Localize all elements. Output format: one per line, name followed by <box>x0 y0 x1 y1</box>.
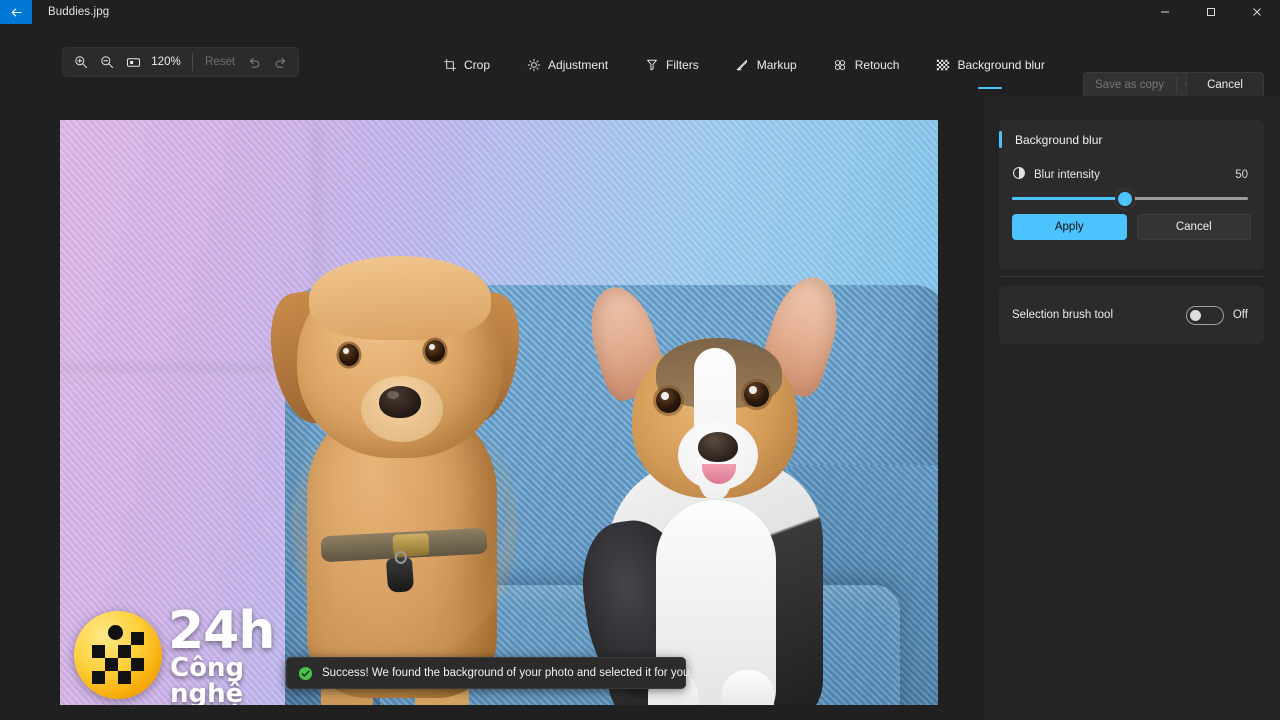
tab-retouch[interactable]: Retouch <box>821 48 912 82</box>
toggle-knob <box>1189 309 1201 321</box>
photo-editor-window: Buddies.jpg 120% Reset Crop Adjustment F… <box>0 0 1280 720</box>
tab-markup[interactable]: Markup <box>723 48 809 82</box>
filter-icon <box>644 58 659 73</box>
tab-label: Markup <box>756 58 797 72</box>
window-controls <box>1142 0 1280 24</box>
corgi-nose <box>698 432 738 462</box>
contrast-icon <box>1012 166 1026 185</box>
selection-brush-label: Selection brush tool <box>1012 309 1114 321</box>
reset-button[interactable]: Reset <box>199 50 241 74</box>
cancel-button-panel[interactable]: Cancel <box>1136 214 1251 240</box>
cancel-button-top[interactable]: Cancel <box>1186 72 1264 98</box>
panel-accent-bar <box>999 131 1002 148</box>
doodle-eye-left <box>339 344 359 366</box>
fit-to-window-icon[interactable] <box>120 50 146 74</box>
selection-brush-toggle[interactable] <box>1185 305 1224 325</box>
tab-crop[interactable]: Crop <box>430 48 502 82</box>
redo-icon[interactable] <box>267 50 293 74</box>
undo-icon[interactable] <box>241 50 267 74</box>
tab-label: Filters <box>666 58 699 72</box>
slider-track[interactable] <box>1012 191 1248 206</box>
tab-background-blur[interactable]: Background blur <box>923 48 1056 89</box>
background-blur-icon <box>935 58 950 73</box>
goldendoodle-puppy <box>255 240 545 705</box>
panel-button-row: Apply Cancel <box>999 200 1264 240</box>
photo-preview: 24h Công nghệ <box>60 120 938 705</box>
tab-label: Crop <box>464 58 491 72</box>
save-as-copy-split-button[interactable]: Save as copy <box>1083 72 1202 98</box>
toggle-state-label: Off <box>1232 309 1248 321</box>
panel-header: Background blur <box>999 120 1264 160</box>
apply-button[interactable]: Apply <box>1012 214 1127 240</box>
pen-icon <box>735 58 750 73</box>
zoom-toolbar: 120% Reset <box>62 47 300 77</box>
minimize-button[interactable] <box>1142 0 1188 24</box>
active-indicator <box>978 86 1003 89</box>
zoom-in-icon[interactable] <box>68 50 94 74</box>
blur-intensity-row: Blur intensity 50 <box>999 160 1264 190</box>
success-toast: Success! We found the background of your… <box>286 657 693 689</box>
panel-title: Background blur <box>1015 133 1103 147</box>
save-as-copy-label[interactable]: Save as copy <box>1083 72 1176 98</box>
toolbar-divider <box>192 53 193 71</box>
zoom-out-icon[interactable] <box>94 50 120 74</box>
tab-label: Retouch <box>854 58 900 72</box>
tab-adjustment[interactable]: Adjustment <box>514 48 620 82</box>
crop-icon <box>442 58 457 73</box>
success-check-icon <box>298 666 313 681</box>
slider-thumb[interactable] <box>1118 191 1133 206</box>
corgi-puppy <box>560 269 860 705</box>
doodle-eye-right <box>425 340 445 362</box>
panel-divider <box>999 276 1264 277</box>
selection-brush-card: Selection brush tool Off <box>999 286 1264 344</box>
retouch-icon <box>833 58 848 73</box>
doodle-nose <box>379 386 421 418</box>
corgi-eye-left <box>656 388 681 413</box>
blur-intensity-value: 50 <box>1235 169 1248 181</box>
slider-fill <box>1012 197 1126 200</box>
zoom-level-label[interactable]: 120% <box>146 56 186 68</box>
brightness-icon <box>526 58 541 73</box>
tab-label: Adjustment <box>548 58 609 72</box>
maximize-button[interactable] <box>1188 0 1234 24</box>
tool-options-panel: Background blur Blur intensity 50 Apply … <box>983 96 1280 720</box>
blur-intensity-slider[interactable] <box>999 190 1264 206</box>
toast-message: Success! We found the background of your… <box>322 667 693 679</box>
doodle-head-fringe <box>309 256 491 340</box>
background-blur-card: Background blur Blur intensity 50 Apply … <box>999 120 1264 270</box>
close-button[interactable] <box>1234 0 1280 24</box>
selection-brush-row: Selection brush tool Off <box>999 286 1264 344</box>
title-bar: Buddies.jpg <box>0 0 1280 24</box>
image-canvas[interactable]: 24h Công nghệ <box>60 120 938 705</box>
editor-toolbar: 120% Reset Crop Adjustment Filters Marku… <box>0 24 1280 100</box>
back-button[interactable] <box>0 0 32 24</box>
blur-intensity-label: Blur intensity <box>1034 169 1100 181</box>
tab-filters[interactable]: Filters <box>632 48 711 82</box>
doodle-collar-tag <box>385 557 415 593</box>
tab-label: Background blur <box>957 58 1045 72</box>
document-title: Buddies.jpg <box>48 6 110 18</box>
corgi-eye-right <box>744 382 769 407</box>
tool-tabs: Crop Adjustment Filters Markup Retouch B… <box>424 48 1063 94</box>
